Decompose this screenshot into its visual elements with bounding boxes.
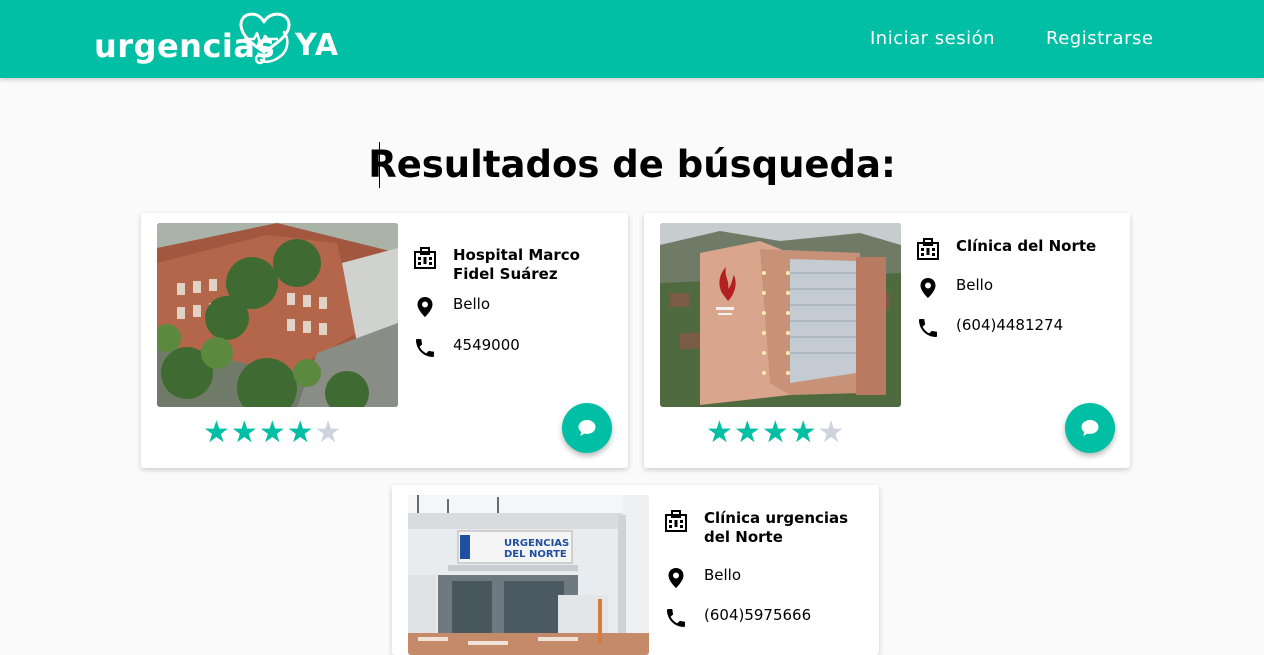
phone-icon [416,339,434,357]
chat-icon [1081,420,1099,436]
chat-button[interactable] [1065,403,1115,453]
city-row: Bello [916,276,993,300]
facility-phone[interactable]: (604)5975666 [704,606,811,625]
phone-row: (604)4481274 [916,316,1063,340]
star-filled-icon: ★ [230,415,259,450]
rating-stars: ★★★★★ [203,416,343,450]
phone-icon [667,609,685,627]
rating-stars: ★★★★★ [706,416,846,450]
city-row: Bello [664,566,741,590]
top-navbar: urgencias YA Iniciar sesión Registrarse [0,0,1264,78]
result-card: Clínica del Norte Bello (604)4481274 ★★★… [644,213,1130,468]
name-row: Clínica del Norte [916,237,1126,261]
star-empty-icon: ★ [314,415,343,450]
name-row: Hospital Marco Fidel Suárez [413,246,603,284]
facility-city: Bello [704,566,742,584]
star-filled-icon: ★ [203,415,231,450]
location-pin-icon [668,568,684,588]
facility-name: Clínica del Norte [956,237,1097,255]
hospital-photo [157,223,398,407]
phone-row: (604)5975666 [664,606,811,630]
location-pin-icon [920,278,936,298]
city-row: Bello [413,295,490,319]
star-filled-icon: ★ [733,415,762,450]
facility-phone[interactable]: 4549000 [453,336,520,355]
photo-sign-line2: DEL NORTE [504,549,567,560]
brand-logo[interactable]: urgencias YA [92,6,352,70]
clinic-urgencias-photo: URGENCIAS DEL NORTE [408,495,649,655]
star-filled-icon: ★ [706,415,734,450]
star-filled-icon: ★ [789,415,818,450]
page-title: Resultados de búsqueda: [368,143,896,186]
chat-icon [578,420,596,436]
phone-icon [919,319,937,337]
text-cursor [379,142,380,188]
location-pin-icon [417,297,433,317]
facility-phone[interactable]: (604)4481274 [956,316,1063,335]
name-row: Clínica urgencias del Norte [664,509,854,547]
photo-sign-line1: URGENCIAS [504,538,569,549]
hospital-icon [414,247,436,269]
hospital-icon [917,238,939,260]
star-filled-icon: ★ [286,415,315,450]
star-filled-icon: ★ [761,415,790,450]
brand-suffix: YA [295,28,340,63]
facility-name: Clínica urgencias del Norte [704,509,849,546]
star-filled-icon: ★ [258,415,287,450]
heart-stethoscope-icon [239,12,291,65]
facility-name: Hospital Marco Fidel Suárez [453,246,580,283]
hospital-icon [665,510,687,532]
facility-city: Bello [453,295,491,313]
register-link[interactable]: Registrarse [1046,28,1153,50]
login-link[interactable]: Iniciar sesión [870,28,995,50]
facility-city: Bello [956,276,994,294]
chat-button[interactable] [562,403,612,453]
star-empty-icon: ★ [817,415,846,450]
phone-row: 4549000 [413,336,520,360]
result-card: Hospital Marco Fidel Suárez Bello 454900… [141,213,628,468]
result-card: URGENCIAS DEL NORTE Clínica urgencias de… [392,485,879,655]
clinic-photo [660,223,901,407]
